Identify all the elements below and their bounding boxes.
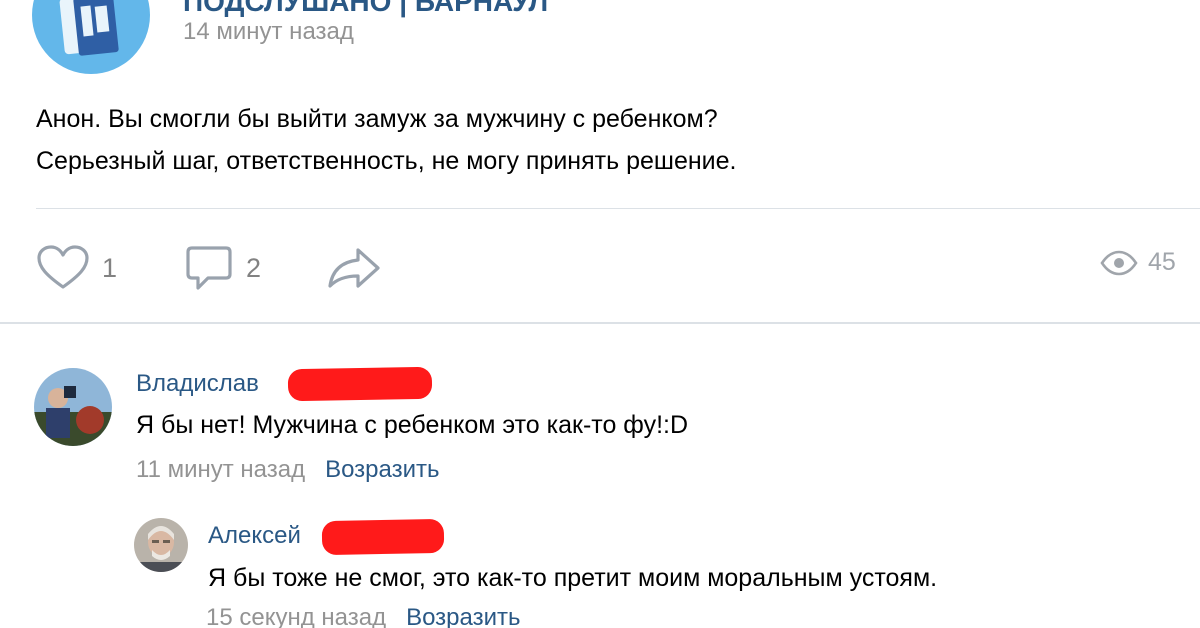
post-text-line: Анон. Вы смогли бы выйти замуж за мужчин… xyxy=(36,105,718,133)
group-logo-icon xyxy=(59,0,119,56)
views-counter: 45 xyxy=(1100,248,1176,277)
post-text-line: Серьезный шаг, ответственность, не могу … xyxy=(36,147,737,175)
avatar[interactable] xyxy=(134,518,188,572)
avatar[interactable] xyxy=(34,368,112,446)
comment-text: Я бы нет! Мужчина с ребенком это как-то … xyxy=(136,411,689,439)
views-count: 45 xyxy=(1148,248,1176,276)
comment-count: 2 xyxy=(246,252,262,283)
comment-bubble-icon xyxy=(186,246,232,290)
post-author[interactable]: ПОДСЛУШАНО | БАРНАУЛ xyxy=(183,0,548,18)
reply-button[interactable]: Возразить xyxy=(406,604,520,628)
comment-timestamp: 11 минут назад xyxy=(136,456,306,483)
comment-timestamp: 15 секунд назад xyxy=(206,604,387,628)
share-button[interactable] xyxy=(326,244,382,292)
comment-author[interactable]: Алексей xyxy=(208,522,301,550)
share-arrow-icon xyxy=(328,248,380,288)
comment-meta: 15 секунд назад Возразить xyxy=(206,604,521,628)
more-icon[interactable] xyxy=(1158,0,1198,14)
post-divider xyxy=(36,208,1200,209)
eye-icon xyxy=(1100,250,1138,275)
comment-meta: 11 минут назад Возразить xyxy=(136,456,440,484)
reply-button[interactable]: Возразить xyxy=(325,456,439,484)
redaction-mark xyxy=(287,366,433,402)
comments-divider xyxy=(0,322,1200,324)
group-avatar[interactable] xyxy=(32,0,150,74)
comment-text: Я бы тоже не смог, это как-то претит мои… xyxy=(208,564,938,592)
heart-icon xyxy=(37,245,89,289)
comment-author[interactable]: Владислав xyxy=(136,370,259,398)
like-button[interactable]: 1 xyxy=(36,244,117,292)
comment-button[interactable]: 2 xyxy=(184,244,261,292)
like-count: 1 xyxy=(102,252,118,283)
post-text: Анон. Вы смогли бы выйти замуж за мужчин… xyxy=(36,98,736,182)
post-timestamp: 14 минут назад xyxy=(183,18,354,45)
redaction-mark xyxy=(321,518,445,556)
vk-post-screen: ПОДСЛУШАНО | БАРНАУЛ 14 минут назад Анон… xyxy=(0,0,1200,628)
